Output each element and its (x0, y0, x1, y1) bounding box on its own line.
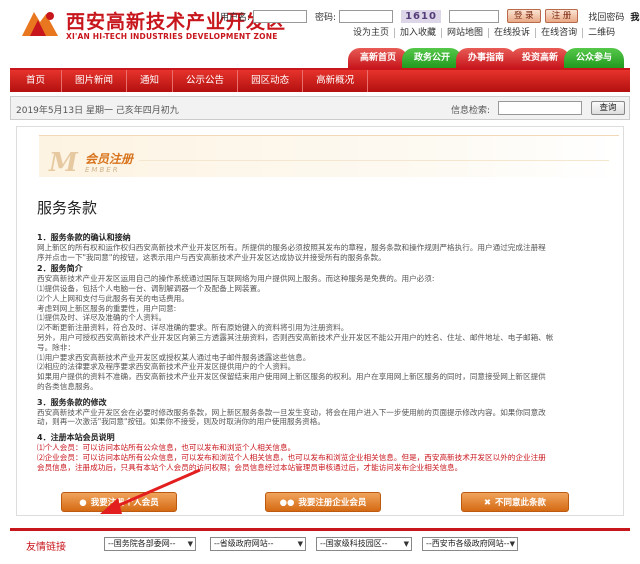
paragraph-line: 序并点击一下"我同意"的按钮，这表示用户与西安高新技术产业开发区达成协议并接受所… (37, 252, 386, 262)
search-button[interactable]: 查询 (591, 101, 625, 115)
username-input[interactable] (253, 9, 308, 23)
nav-overview[interactable]: 高新概况 (303, 70, 369, 92)
paragraph-line: 另外，用户可授权西安高新技术产业开发区向第三方透露其注册资料，否则西安高新技术产… (37, 332, 554, 342)
select-provincial[interactable]: --省级政府网站-- ▼ (210, 537, 306, 551)
select-xian-gov-value: --西安市各级政府网站-- (426, 539, 510, 548)
toplink-complaint[interactable]: 在线投诉 (489, 28, 537, 38)
login-button[interactable]: 登 录 (506, 9, 541, 23)
select-state-council-value: --国务院各部委网-- (108, 539, 176, 548)
paragraph-line: 会员信息，注册成功后，只具有本站个人会员的访问权限；会员信息经过本站管理员审核通… (37, 462, 463, 472)
search-input[interactable] (498, 101, 582, 115)
channel-tabs: 高新首页 政务公开 办事指南 投资高新 公众参与 (348, 48, 624, 68)
my-desk-link[interactable]: 我的助手 (630, 10, 640, 23)
tab-service-guide[interactable]: 办事指南 (456, 48, 516, 68)
chevron-down-icon: ▼ (509, 540, 515, 548)
info-bar: 2019年5月13日 星期一 己亥年四月初九 信息检索: 查询 (10, 96, 630, 120)
paragraph-line: ⑴提供设备，包括个人电脑一台、调制解调器一个及配备上网装置。 (37, 283, 265, 293)
register-personal-label: 我要注册个人会员 (90, 498, 159, 508)
nav-announcement[interactable]: 公示公告 (173, 70, 239, 92)
paragraph-line: 西安高新技术产业开发区运用自己的操作系统通过国际互联网络为用户提供网上服务。而这… (37, 274, 435, 284)
toplink-consult[interactable]: 在线咨询 (536, 28, 584, 38)
paragraph-line: ⑴用户要求西安高新技术产业开发区或授权某人通过电子邮件服务透露这些信息。 (37, 352, 311, 362)
chevron-down-icon: ▼ (297, 540, 303, 548)
terms-body: 1．服务条款的确认和接纳 网上新区的所有权和运作权归西安高新技术产业开发区所有。… (37, 231, 622, 472)
select-provincial-value: --省级政府网站-- (214, 539, 274, 548)
register-enterprise-label: 我要注册企业会员 (298, 498, 367, 508)
toplink-qrcode[interactable]: 二维码 (583, 28, 620, 38)
section-heading: 3．服务条款的修改 (37, 397, 107, 407)
register-buttons: ● 我要注册个人会员 ●● 我要注册企业会员 ✖ 不同意此条款 (37, 492, 622, 514)
register-button[interactable]: 注 册 (544, 9, 579, 23)
paragraph-line: 网上新区的所有权和运作权归西安高新技术产业开发区所有。所提供的服务必须按照其发布… (37, 242, 546, 252)
chevron-down-icon: ▼ (187, 540, 193, 548)
password-label: 密码: (315, 12, 337, 23)
close-icon: ✖ (483, 498, 492, 508)
page-title: 服务条款 (37, 199, 98, 217)
tab-invest[interactable]: 投资高新 (510, 48, 570, 68)
toplink-sitemap[interactable]: 网站地图 (442, 28, 490, 38)
friend-links-label: 友情链接 (26, 542, 66, 553)
logo-subtitle: XI'AN HI-TECH INDUSTRIES DEVELOPMENT ZON… (66, 32, 278, 41)
date-text: 2019年5月13日 星期一 己亥年四月初九 (16, 106, 179, 116)
banner-subtitle: EMBER (85, 166, 120, 174)
main-nav: 首页 图片新闻 通知 公示公告 园区动态 高新概况 (10, 68, 630, 92)
captcha-input[interactable] (448, 9, 499, 23)
banner-letter: M (49, 148, 78, 178)
disagree-button[interactable]: ✖ 不同意此条款 (461, 492, 569, 512)
captcha-image: 1610 (401, 9, 441, 23)
disagree-label: 不同意此条款 (495, 498, 547, 508)
tab-home[interactable]: 高新首页 (348, 48, 408, 68)
password-input[interactable] (339, 9, 394, 23)
paragraph-line: 动，则再一次激活"我同意"按钮。如果你不接受，则及时取消你的用户使用服务资格。 (37, 417, 325, 427)
section-heading: 4．注册本站会员说明 (37, 433, 115, 443)
content-panel: M 会员注册 EMBER 服务条款 1．服务条款的确认和接纳 网上新区的所有权和… (16, 126, 624, 516)
paragraph-line: 考虑到网上新区服务的重要性，用户同意: (37, 303, 177, 313)
register-personal-button[interactable]: ● 我要注册个人会员 (61, 492, 177, 512)
select-national-park[interactable]: --国家级科技园区-- ▼ (316, 537, 412, 551)
forgot-password-link[interactable]: 找回密码 (588, 10, 624, 23)
login-bar: 用户名: 密码: 1610 登 录 注 册 找回密码 我的助手 (220, 9, 640, 23)
paragraph-line: ⑵不断更新注册资料，符合及时、详尽准确的要求。所有原始键入的资料将引用为注册资料… (37, 323, 349, 333)
toplink-favorite[interactable]: 加入收藏 (395, 28, 443, 38)
paragraph-line: 的各类信息服务。 (37, 381, 98, 391)
section-heading: 1．服务条款的确认和接纳 (37, 233, 131, 242)
top-links: 设为主页 加入收藏 网站地图 在线投诉 在线咨询 二维码 (348, 28, 620, 38)
banner-title: 会员注册 (85, 152, 134, 166)
paragraph-line: ⑵相应的法律要求及程序要求西安高新技术产业开发区提供用户的个人资料。 (37, 362, 296, 372)
member-banner: M 会员注册 EMBER (39, 135, 619, 178)
chevron-down-icon: ▼ (403, 540, 409, 548)
tab-gov-affairs[interactable]: 政务公开 (402, 48, 462, 68)
paragraph-line: 号。除非： (37, 342, 75, 352)
nav-photo-news[interactable]: 图片新闻 (62, 70, 128, 92)
username-label: 用户名: (220, 12, 251, 23)
person-icon: ● (79, 498, 87, 508)
nav-notice[interactable]: 通知 (127, 70, 174, 92)
select-national-park-value: --国家级科技园区-- (320, 539, 388, 548)
nav-home[interactable]: 首页 (10, 70, 63, 92)
select-xian-gov[interactable]: --西安市各级政府网站-- ▼ (422, 537, 518, 551)
banner-divider (139, 160, 609, 161)
paragraph-line: ⑵个人上网和支付与此服务有关的电话费用。 (37, 293, 189, 303)
friend-links-bar: 友情链接 --国务院各部委网-- ▼ --省级政府网站-- ▼ --国家级科技园区-… (10, 528, 630, 556)
paragraph-line: ⑴个人会员：可以访问本站所有公众信息，也可以发布和浏览个人相关信息。 (37, 442, 296, 452)
toplink-homepage[interactable]: 设为主页 (348, 28, 396, 38)
tab-public[interactable]: 公众参与 (564, 48, 624, 68)
select-state-council[interactable]: --国务院各部委网-- ▼ (104, 537, 196, 551)
paragraph-line: ⑴提供及时、详尽及准确的个人资料。 (37, 313, 167, 323)
paragraph-line: 西安高新技术产业开发区会在必要时修改服务条款，网上新区服务条款一旦发生变动，将会… (37, 407, 546, 417)
paragraph-line: 如果用户提供的资料不准确，西安高新技术产业开发区保留结束用户使用网上新区服务的权… (37, 372, 546, 382)
nav-park-news[interactable]: 园区动态 (238, 70, 304, 92)
site-header: 西安高新技术产业开发区 XI'AN HI-TECH INDUSTRIES DEV… (0, 0, 640, 46)
section-heading: 2．服务简介 (37, 264, 83, 274)
register-enterprise-button[interactable]: ●● 我要注册企业会员 (265, 492, 381, 512)
logo-icon (20, 8, 60, 38)
paragraph-line: ⑵企业会员：可以访问本站所有公众信息，可以发布和浏览个人相关信息，也可以发布和浏… (37, 452, 546, 462)
search-label: 信息检索: (451, 106, 491, 116)
group-icon: ●● (279, 498, 295, 508)
